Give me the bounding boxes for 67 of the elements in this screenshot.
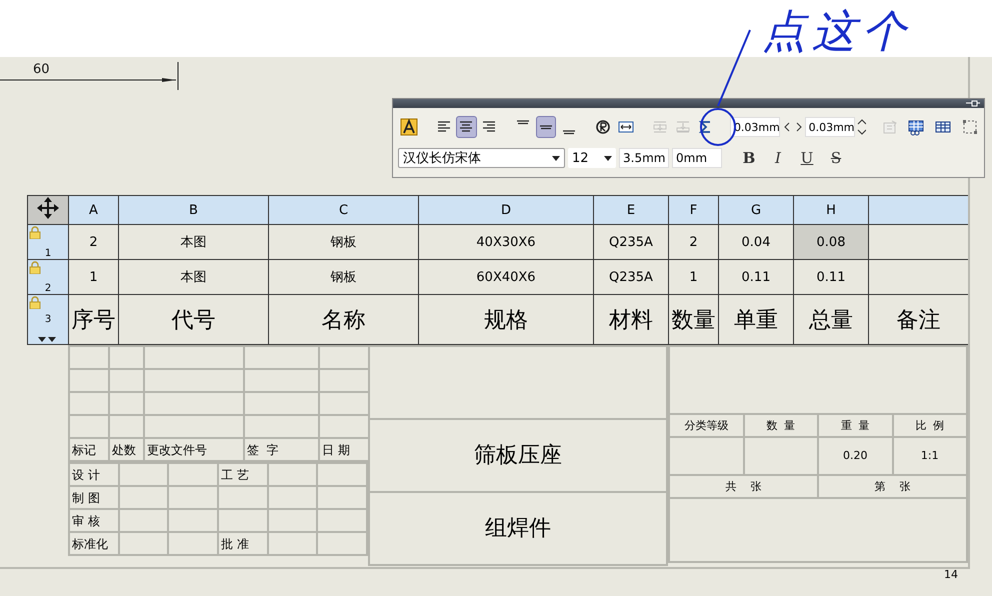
- table-cell: 规格: [418, 294, 594, 344]
- table-cell: 序号: [68, 294, 118, 344]
- table-cell: 0.08: [794, 224, 868, 260]
- row-header[interactable]: 1: [28, 224, 68, 260]
- table-cell: 单重: [718, 294, 794, 344]
- row-header[interactable]: 2: [28, 260, 68, 294]
- signoff-label: 设 计: [69, 463, 119, 486]
- table-cell: 名称: [268, 294, 418, 344]
- page-number: 14: [944, 568, 958, 581]
- column-header[interactable]: A: [68, 196, 118, 224]
- table-header: 分类等级: [669, 414, 744, 437]
- offset-field[interactable]: 0mm: [672, 148, 722, 168]
- format-button[interactable]: S: [823, 149, 849, 167]
- table-header: 签 字: [244, 438, 319, 461]
- text-height-field[interactable]: 3.5mm: [619, 148, 669, 168]
- sheet-count-label: 共 张: [669, 475, 818, 498]
- part-name: 筛板压座: [369, 419, 667, 492]
- table-header: 数 量: [744, 414, 818, 437]
- table-cell: 钢板: [268, 224, 418, 260]
- weight-value: 0.20: [818, 437, 892, 475]
- table-cell: 40X30X6: [418, 224, 594, 260]
- table-cell: 材料: [594, 294, 668, 344]
- table-cell: 钢板: [268, 260, 418, 294]
- table-cell: 本图: [118, 224, 268, 260]
- column-header[interactable]: B: [118, 196, 268, 224]
- table-cell: 代号: [118, 294, 268, 344]
- column-header[interactable]: F: [668, 196, 718, 224]
- size-dropdown[interactable]: 12: [568, 148, 616, 168]
- table-header: 比 例: [892, 414, 967, 437]
- table-cell: 1: [68, 260, 118, 294]
- signoff-label: 制 图: [69, 486, 119, 509]
- column-header[interactable]: D: [418, 196, 594, 224]
- column-header[interactable]: H: [794, 196, 868, 224]
- table-cell: 总量: [794, 294, 868, 344]
- table-header: 更改文件号: [144, 438, 244, 461]
- table-header: 处数: [109, 438, 144, 461]
- table-cell: Q235A: [594, 260, 668, 294]
- format-button[interactable]: U: [794, 149, 820, 167]
- handwritten-note: 点这个: [762, 5, 912, 59]
- table-cell: 本图: [118, 260, 268, 294]
- format-button[interactable]: B: [736, 149, 762, 167]
- spacing-field[interactable]: 0.03mm: [730, 117, 780, 137]
- table-header: 标记: [69, 438, 109, 461]
- row-header[interactable]: 3: [28, 294, 68, 344]
- table-cell: 60X40X6: [418, 260, 594, 294]
- signoff-label: 标准化: [69, 532, 119, 555]
- signoff-label: 审 核: [69, 509, 119, 532]
- scale-value: 1:1: [892, 437, 967, 475]
- table-cell: 数量: [668, 294, 718, 344]
- table-header: 重 量: [818, 414, 892, 437]
- column-header[interactable]: E: [594, 196, 668, 224]
- table-cell: 0.11: [794, 260, 868, 294]
- table-cell: Q235A: [594, 224, 668, 260]
- table-cell: 1: [668, 260, 718, 294]
- drawing-type: 组焊件: [369, 492, 667, 565]
- table-cell: 2: [68, 224, 118, 260]
- dimension-text: 60: [33, 62, 50, 77]
- signoff-label: 批 准: [218, 532, 268, 555]
- spacing-field[interactable]: 0.03mm: [804, 117, 855, 137]
- signoff-label: 工 艺: [218, 463, 268, 486]
- column-header[interactable]: C: [268, 196, 418, 224]
- table-cell: 0.11: [718, 260, 794, 294]
- column-header[interactable]: G: [718, 196, 794, 224]
- table-cell: 2: [668, 224, 718, 260]
- font-dropdown[interactable]: 汉仪长仿宋体: [398, 148, 565, 168]
- format-button[interactable]: I: [765, 149, 791, 167]
- sheet-number-label: 第 张: [818, 475, 967, 498]
